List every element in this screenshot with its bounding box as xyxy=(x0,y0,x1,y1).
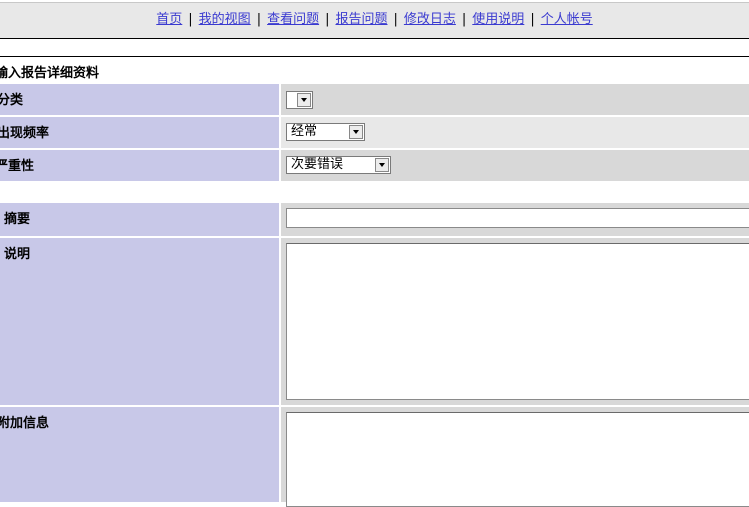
category-label: 分类 xyxy=(0,84,279,115)
nav-separator: | xyxy=(461,12,467,27)
nav-link-home[interactable]: 首页 xyxy=(156,12,182,27)
severity-cell: 次要错误 xyxy=(281,150,749,181)
reproducibility-select[interactable]: 经常 xyxy=(286,123,365,141)
description-textarea[interactable] xyxy=(286,243,749,400)
reproducibility-cell: 经常 xyxy=(281,117,749,148)
nav-link-my-view[interactable]: 我的视图 xyxy=(199,12,251,27)
summary-row: 摘要 xyxy=(0,203,749,236)
additional-info-textarea[interactable] xyxy=(286,412,749,507)
summary-label: 摘要 xyxy=(0,203,279,236)
nav-separator: | xyxy=(530,12,535,27)
chevron-down-icon[interactable] xyxy=(297,93,311,107)
severity-label: 严重性 xyxy=(0,150,279,181)
category-select[interactable] xyxy=(286,91,313,109)
nav-link-view-issues[interactable]: 查看问题 xyxy=(267,12,319,27)
nav-link-changelog[interactable]: 修改日志 xyxy=(404,12,456,27)
nav-link-docs[interactable]: 使用说明 xyxy=(472,12,524,27)
description-cell xyxy=(281,238,749,405)
severity-select[interactable]: 次要错误 xyxy=(286,156,391,174)
chevron-down-icon[interactable] xyxy=(375,158,389,172)
nav-separator: | xyxy=(188,12,193,27)
reproducibility-select-value: 经常 xyxy=(291,124,318,139)
nav-link-my-account[interactable]: 个人帐号 xyxy=(541,12,593,27)
form-title: 输入报告详细资料 xyxy=(0,66,100,81)
nav-link-report-issue[interactable]: 报告问题 xyxy=(335,12,387,27)
top-nav: 首页 | 我的视图 | 查看问题 | 报告问题 | 修改日志 | 使用说明 | 个人帐号 xyxy=(0,2,749,39)
category-cell xyxy=(281,84,749,115)
nav-separator: | xyxy=(325,12,330,27)
additional-info-row: 附加信息 xyxy=(0,407,749,507)
severity-select-value: 次要错误 xyxy=(291,157,344,172)
additional-info-label: 附加信息 xyxy=(0,407,279,502)
nav-separator: | xyxy=(393,12,398,27)
summary-input[interactable] xyxy=(286,208,749,228)
additional-info-cell xyxy=(281,407,749,507)
category-row: 分类 xyxy=(0,84,749,115)
chevron-down-icon[interactable] xyxy=(349,125,363,139)
section-divider xyxy=(0,56,749,57)
description-label: 说明 xyxy=(0,238,279,405)
description-row: 说明 xyxy=(0,238,749,405)
reproducibility-row: 出现频率 经常 xyxy=(0,117,749,148)
nav-separator: | xyxy=(256,12,262,27)
summary-cell xyxy=(281,203,749,236)
reproducibility-label: 出现频率 xyxy=(0,117,279,148)
severity-row: 严重性 次要错误 xyxy=(0,150,749,181)
